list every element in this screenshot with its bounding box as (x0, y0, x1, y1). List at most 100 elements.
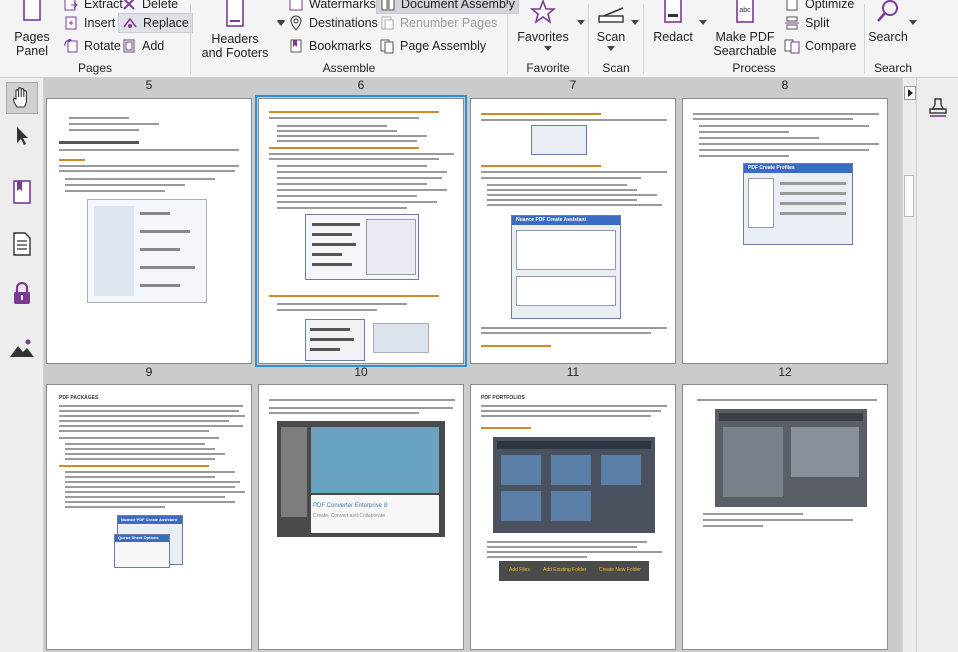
add-button[interactable]: Add (118, 36, 167, 56)
insert-button[interactable]: Insert (60, 13, 118, 33)
ribbon-group-favorite: Favorites Favorite (508, 0, 588, 78)
text-line (487, 556, 587, 558)
text-line (65, 496, 225, 498)
text-line (481, 332, 651, 334)
text-line (693, 118, 853, 120)
website-screenshot-image: PDF Converter Enterprise 8 Create, Conve… (277, 421, 445, 537)
favorites-expand-icon[interactable] (544, 46, 552, 51)
page-thumbnail-9[interactable]: PDF PACKAGES Nuance PDF Create Assistant… (46, 384, 252, 650)
subheading-line (59, 159, 85, 161)
redact-button[interactable]: Redact (648, 0, 698, 44)
extract-button[interactable]: Extract (60, 0, 126, 14)
page-number-label: 7 (569, 78, 577, 92)
dialog-screenshot-image (715, 409, 867, 507)
scan-dropdown-icon[interactable] (631, 20, 639, 25)
search-dropdown-icon[interactable] (909, 20, 917, 25)
stamp-tool-button[interactable] (922, 92, 954, 124)
text-line (487, 204, 662, 206)
page-thumbnail-6[interactable] (255, 95, 467, 367)
text-line (69, 129, 139, 131)
text-line (487, 541, 647, 543)
images-panel-button[interactable] (6, 332, 38, 364)
text-line (59, 420, 229, 422)
page-thumbnail-11[interactable]: PDF PORTFOLIOS Add Files Add Existing Fo… (470, 384, 676, 650)
text-line (269, 412, 419, 414)
watermarks-button[interactable]: Watermarks (285, 0, 379, 14)
extract-icon (64, 0, 78, 11)
text-line (703, 513, 803, 515)
rotate-button[interactable]: Rotate (60, 36, 124, 56)
watermarks-label: Watermarks (309, 0, 376, 11)
subheading-line (481, 345, 551, 347)
favorites-dropdown-icon[interactable] (577, 20, 585, 25)
optimize-button[interactable]: Optimize (781, 0, 857, 14)
ribbon-group-assemble: Headers and Footers Watermarks Destinati… (191, 0, 519, 78)
document-assembly-icon (381, 0, 395, 11)
stamp-icon (929, 98, 947, 117)
searchable-pdf-icon: abc (736, 0, 754, 23)
split-button[interactable]: Split (781, 13, 832, 33)
text-line (277, 135, 427, 137)
text-line (69, 117, 129, 119)
text-line (65, 190, 165, 192)
make-pdf-searchable-button[interactable]: abc Make PDF Searchable (710, 0, 780, 58)
text-line (703, 525, 763, 527)
replace-button[interactable]: Replace (118, 13, 193, 33)
product-caption: PDF Converter Enterprise 8 (313, 503, 388, 509)
compare-button[interactable]: Compare (781, 36, 859, 56)
text-line (59, 405, 243, 407)
menu-image (305, 319, 365, 361)
headers-footers-button[interactable]: Headers and Footers (195, 0, 275, 60)
destinations-button[interactable]: Destinations (285, 13, 381, 33)
document-assembly-button[interactable]: Document Assembly (376, 0, 519, 14)
text-line (59, 410, 239, 412)
watermarks-dropdown-icon[interactable] (277, 21, 285, 26)
bookmarks-panel-button[interactable] (6, 176, 38, 208)
text-line (59, 165, 239, 167)
document-assembly-label: Document Assembly (401, 0, 515, 11)
text-line (65, 178, 215, 180)
vertical-scrollbar[interactable] (902, 78, 916, 652)
text-line (699, 137, 819, 139)
text-line (699, 155, 789, 157)
expand-panel-arrow-icon[interactable] (904, 86, 916, 100)
text-line (59, 430, 209, 432)
redact-label: Redact (653, 30, 693, 44)
text-line (487, 551, 662, 553)
document-panel-button[interactable] (6, 228, 38, 260)
search-label: Search (868, 30, 908, 44)
delete-button[interactable]: Delete (118, 0, 181, 14)
scan-expand-icon[interactable] (607, 46, 615, 51)
page-thumbnail-10[interactable]: PDF Converter Enterprise 8 Create, Conve… (258, 384, 464, 650)
page-thumbnail-5[interactable] (46, 98, 252, 364)
group-label-favorite: Favorite (526, 61, 570, 75)
page-number-label: 10 (354, 365, 368, 379)
product-tagline: Create, Convert and Collaborate (313, 513, 385, 519)
hand-tool-button[interactable] (6, 82, 38, 114)
group-label-pages: Pages (77, 61, 113, 75)
page-assembly-button[interactable]: Page Assembly (376, 36, 489, 56)
scan-button[interactable]: Scan (591, 0, 631, 44)
menu-image (531, 125, 587, 155)
bookmarks-button[interactable]: Bookmarks (285, 36, 375, 56)
text-line (65, 506, 165, 508)
scrollbar-thumb[interactable] (904, 175, 914, 217)
star-icon (530, 0, 556, 24)
select-tool-button[interactable] (6, 120, 38, 152)
security-panel-button[interactable] (6, 278, 38, 310)
text-line (481, 415, 651, 417)
create-assistant-dialog-image: Nuance PDF Create Assistant (511, 215, 621, 319)
redact-dropdown-icon[interactable] (699, 20, 707, 25)
text-line (481, 327, 667, 329)
pages-panel-button[interactable]: Pages Panel (6, 0, 58, 58)
renumber-pages-button[interactable]: Renumber Pages (376, 13, 500, 33)
text-line (269, 399, 455, 401)
page-thumbnail-8[interactable]: PDF Create Profiles (682, 98, 888, 364)
page-thumbnail-7[interactable]: Nuance PDF Create Assistant (470, 98, 676, 364)
favorites-button[interactable]: Favorites (512, 0, 574, 44)
search-button[interactable]: Search (867, 0, 909, 44)
subheading-line (269, 147, 419, 149)
insert-label: Insert (84, 16, 116, 30)
page-thumbnail-12[interactable] (682, 384, 888, 650)
text-line (703, 519, 853, 521)
